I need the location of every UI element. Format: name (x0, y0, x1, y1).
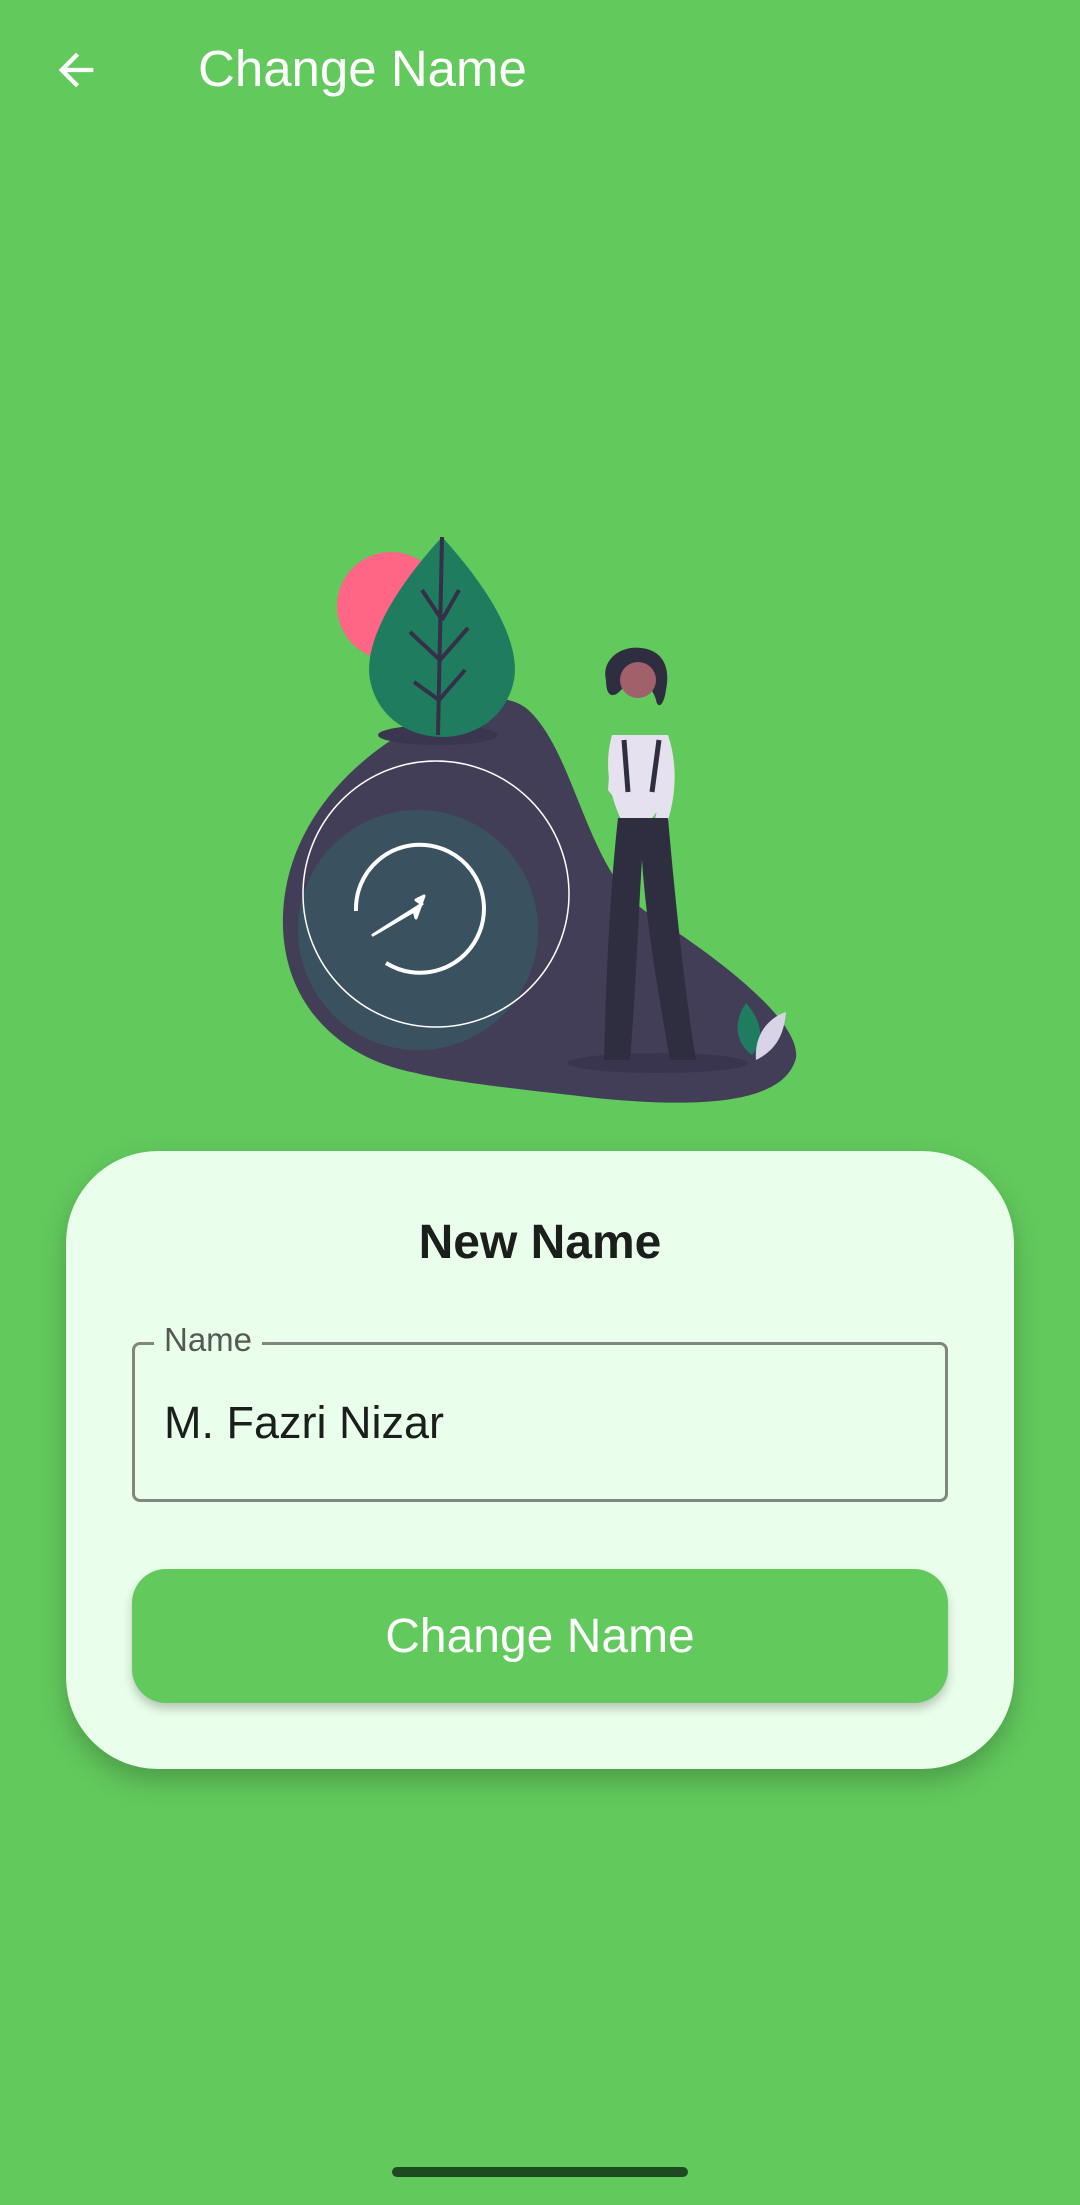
page-title: Change Name (198, 40, 527, 97)
card-title: New Name (418, 1216, 662, 1269)
change-name-card: New Name Name Change Name (66, 1151, 1014, 1769)
change-name-button[interactable]: Change Name (132, 1569, 948, 1703)
name-input[interactable] (164, 1382, 904, 1464)
app-bar: Change Name (0, 0, 1080, 140)
home-indicator (392, 2167, 688, 2177)
name-field-label: Name (154, 1320, 263, 1360)
name-field[interactable]: Name (132, 1320, 948, 1502)
woman-face (620, 662, 656, 698)
back-button[interactable] (36, 30, 116, 110)
arrow-left-icon (58, 52, 94, 88)
personal-settings-illustration (282, 536, 797, 1103)
woman-shadow (568, 1053, 748, 1073)
